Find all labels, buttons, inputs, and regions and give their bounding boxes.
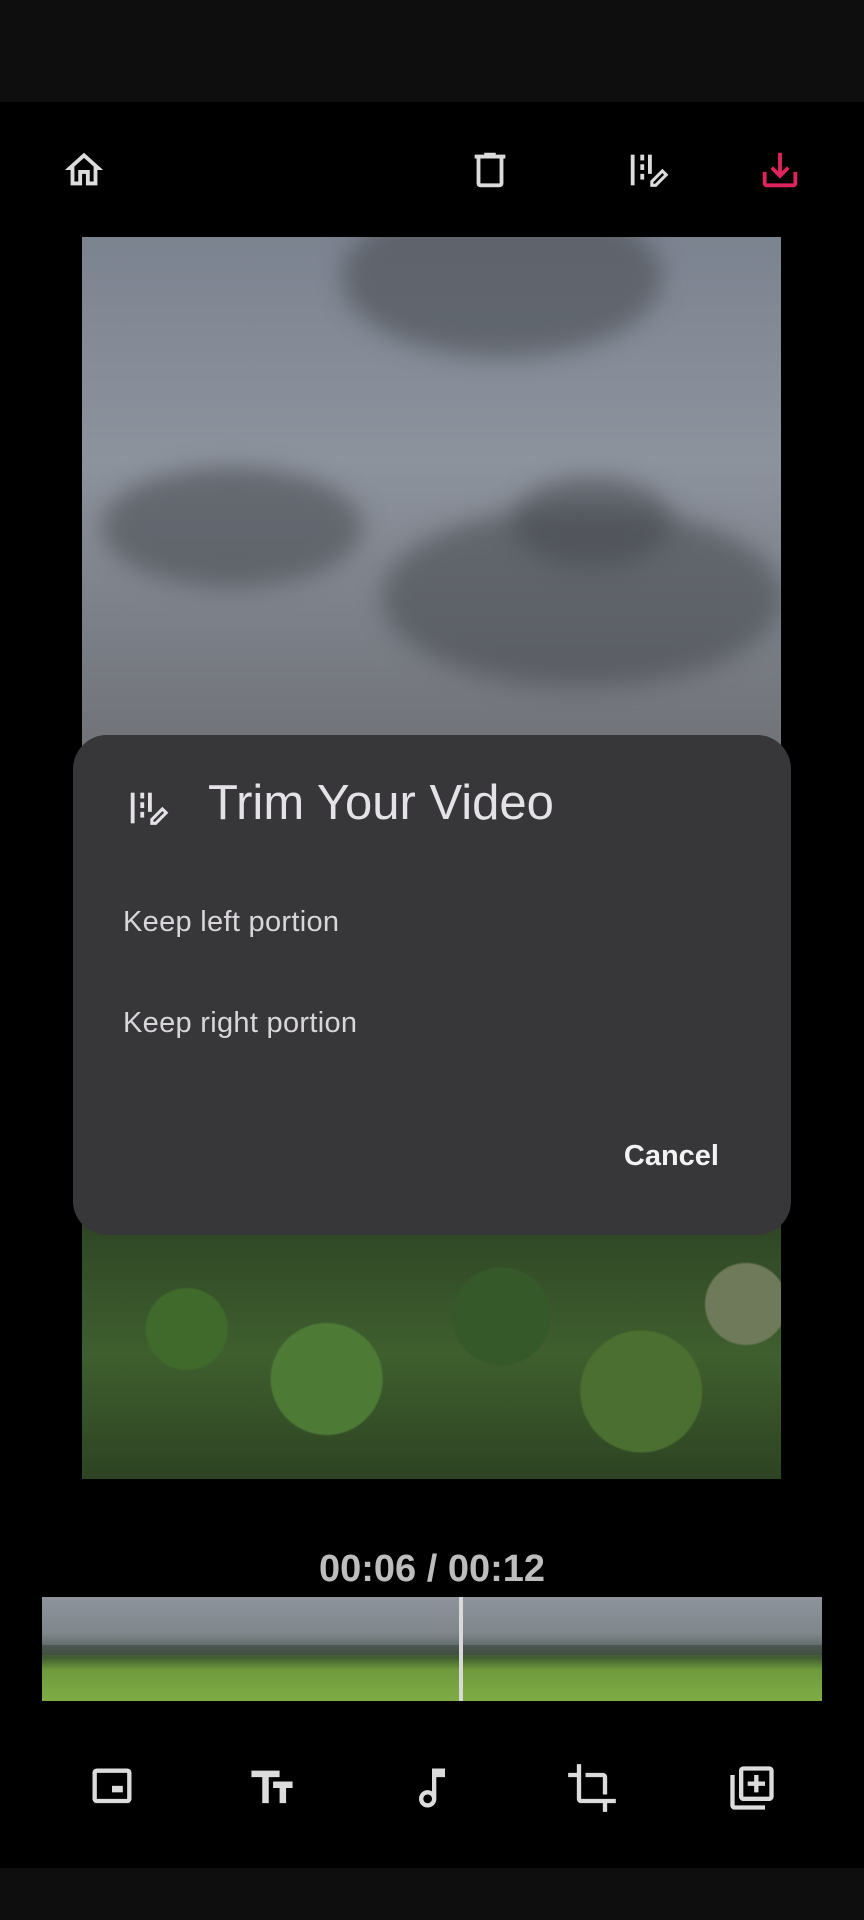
timeline-frame <box>777 1597 822 1701</box>
dialog-title: Trim Your Video <box>208 776 554 830</box>
aspect-ratio-icon <box>92 1768 132 1804</box>
timeline-frame <box>357 1597 462 1701</box>
navigation-bar <box>0 1868 864 1920</box>
text-icon <box>251 1770 293 1804</box>
playhead[interactable] <box>459 1597 463 1701</box>
timeline-frame <box>147 1597 252 1701</box>
add-clip-button[interactable] <box>716 1752 788 1824</box>
timeline-frame <box>252 1597 357 1701</box>
time-readout: 00:06 / 00:12 <box>318 1548 546 1590</box>
timeline-frame <box>567 1597 672 1701</box>
crop-icon <box>568 1764 616 1812</box>
timeline-frame <box>42 1597 147 1701</box>
cancel-button[interactable]: Cancel <box>624 1140 719 1173</box>
timeline-frame <box>462 1597 567 1701</box>
trim-dialog: Trim Your Video Keep left portion Keep r… <box>73 735 791 1235</box>
timeline-strip[interactable] <box>42 1597 822 1701</box>
add-clip-icon <box>730 1766 774 1810</box>
text-button[interactable] <box>236 1752 308 1824</box>
status-bar <box>0 0 864 102</box>
crop-button[interactable] <box>556 1752 628 1824</box>
keep-right-option[interactable]: Keep right portion <box>123 1007 357 1040</box>
timeline-frame <box>672 1597 777 1701</box>
trim-icon <box>130 792 169 825</box>
aspect-ratio-button[interactable] <box>76 1752 148 1824</box>
music-button[interactable] <box>396 1752 468 1824</box>
keep-left-option[interactable]: Keep left portion <box>123 906 339 939</box>
music-icon <box>419 1768 445 1808</box>
